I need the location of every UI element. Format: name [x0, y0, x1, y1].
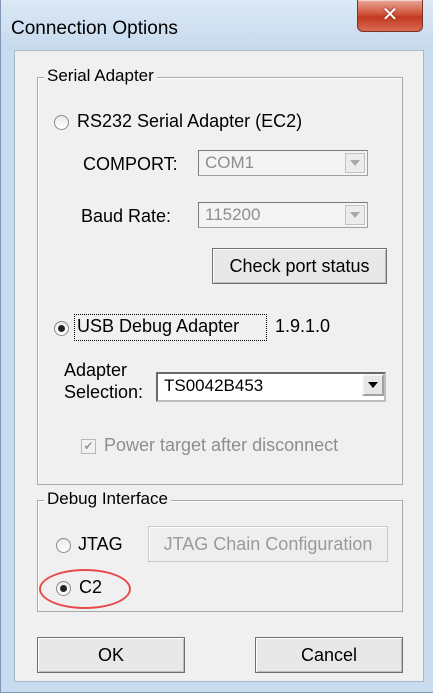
- usb-debug-label[interactable]: USB Debug Adapter: [77, 316, 239, 337]
- radio-selected-dot: [58, 325, 65, 332]
- debug-interface-group-label: Debug Interface: [44, 489, 171, 509]
- usb-debug-radio[interactable]: [54, 321, 69, 336]
- ok-button[interactable]: OK: [37, 637, 185, 673]
- chevron-down-icon: [368, 382, 378, 388]
- adapter-dropdown-button[interactable]: [362, 374, 384, 396]
- chevron-down-icon: [350, 160, 360, 166]
- baud-rate-label: Baud Rate:: [81, 206, 172, 226]
- c2-highlight-annotation: [39, 569, 131, 609]
- window-title: Connection Options: [11, 18, 178, 39]
- rs232-label[interactable]: RS232 Serial Adapter (EC2): [77, 111, 302, 132]
- comport-value: COM1: [205, 153, 255, 172]
- serial-adapter-group: Serial Adapter RS232 Serial Adapter (EC2…: [37, 66, 403, 485]
- adapter-selection-select[interactable]: TS0042B453: [156, 372, 386, 402]
- jtag-label[interactable]: JTAG: [78, 534, 123, 555]
- adapter-selection-value: TS0042B453: [164, 376, 264, 395]
- cancel-button[interactable]: Cancel: [255, 637, 403, 673]
- close-icon: ✕: [381, 2, 399, 26]
- baud-rate-value: 115200: [205, 205, 261, 224]
- serial-adapter-group-label: Serial Adapter: [44, 66, 157, 86]
- usb-version: 1.9.1.0: [275, 316, 331, 336]
- comport-label: COMPORT:: [83, 154, 178, 174]
- power-target-checkbox[interactable]: ✔: [81, 439, 96, 454]
- connection-options-window: Connection Options ✕ Serial Adapter RS23…: [0, 0, 433, 693]
- chevron-down-icon: [350, 212, 360, 218]
- dialog-body: Serial Adapter RS232 Serial Adapter (EC2…: [14, 50, 424, 682]
- checkmark-icon: ✔: [83, 439, 94, 453]
- check-port-status-button[interactable]: Check port status: [212, 248, 387, 284]
- comport-select[interactable]: COM1: [198, 150, 368, 176]
- jtag-chain-config-button[interactable]: JTAG Chain Configuration: [148, 526, 388, 562]
- baud-rate-dropdown-button[interactable]: [345, 205, 365, 225]
- rs232-radio[interactable]: [54, 115, 69, 130]
- title-bar: Connection Options ✕: [1, 0, 433, 50]
- adapter-selection-label-1: Adapter: [64, 360, 128, 380]
- comport-dropdown-button[interactable]: [345, 153, 365, 173]
- adapter-selection-label-2: Selection:: [64, 382, 144, 402]
- jtag-radio[interactable]: [56, 538, 71, 553]
- close-button[interactable]: ✕: [357, 0, 423, 32]
- power-target-label[interactable]: Power target after disconnect: [104, 435, 338, 456]
- baud-rate-select[interactable]: 115200: [198, 202, 368, 228]
